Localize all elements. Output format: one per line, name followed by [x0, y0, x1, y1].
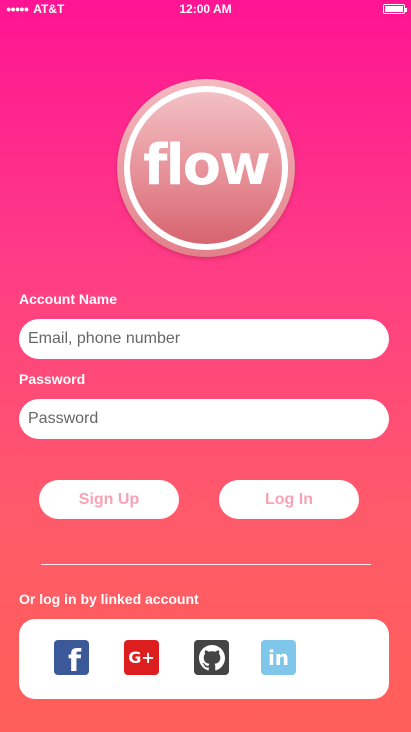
password-label: Password	[19, 371, 86, 387]
account-name-input[interactable]	[19, 319, 389, 359]
divider	[41, 564, 371, 565]
sign-up-button[interactable]: Sign Up	[39, 480, 179, 519]
carrier-group: ●●●●● AT&T	[6, 2, 64, 16]
password-input[interactable]	[19, 399, 389, 439]
app-logo: flow	[117, 79, 295, 257]
logo-text: flow	[143, 132, 271, 198]
google-plus-icon[interactable]: G+	[124, 640, 159, 675]
google-plus-glyph: G+	[128, 648, 155, 667]
account-name-label: Account Name	[19, 291, 118, 307]
linkedin-glyph: in	[267, 645, 290, 670]
logo-ring: flow	[124, 86, 288, 250]
social-login-panel: f G+ in	[19, 619, 389, 699]
github-octocat-icon	[198, 644, 225, 670]
linked-account-label: Or log in by linked account	[19, 591, 199, 607]
facebook-icon[interactable]: f	[54, 640, 89, 679]
status-time: 12:00 AM	[179, 2, 232, 16]
log-in-button[interactable]: Log In	[219, 480, 359, 519]
github-icon[interactable]	[194, 640, 229, 675]
signal-icon: ●●●●●	[6, 4, 29, 14]
carrier-name: AT&T	[33, 2, 65, 16]
linkedin-icon[interactable]: in	[261, 640, 296, 675]
facebook-glyph: f	[67, 644, 82, 679]
status-bar: ●●●●● AT&T 12:00 AM	[0, 0, 411, 18]
battery-icon	[383, 4, 407, 14]
